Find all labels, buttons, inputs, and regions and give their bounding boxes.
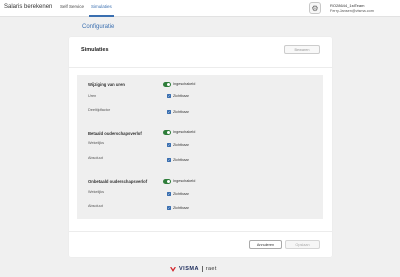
checkbox-onbetaald-wekelijks[interactable]: ✓: [167, 192, 171, 196]
check-icon: ✓: [167, 142, 171, 147]
row-label-uren: Uren: [88, 94, 97, 98]
row-label-absoluut: Absoluut: [88, 204, 103, 208]
checkbox-label: Zichtbaar: [173, 158, 189, 163]
toggle-label: Ingeschakeld: [173, 130, 196, 135]
top-bar: Salaris berekenen Self Service Simulatie…: [0, 0, 400, 17]
checkbox-uren[interactable]: ✓: [167, 94, 171, 98]
checkbox-deeltijdfactor[interactable]: ✓: [167, 110, 171, 114]
page-title: Simulaties: [81, 47, 109, 53]
sub-brand-logo: raet: [205, 266, 217, 272]
checkbox-label: Zichtbaar: [173, 110, 189, 115]
row-label-absoluut: Absoluut: [88, 156, 103, 160]
save-button[interactable]: Opslaan: [285, 240, 320, 249]
toggle-label: Ingeschakeld: [173, 82, 196, 87]
row-label-wekelijks: Wekelijks: [88, 190, 104, 194]
divider: [69, 231, 332, 232]
toggle-onbetaald-verlof[interactable]: [163, 179, 171, 184]
group-label-onbetaald-verlof: Onbetaald ouderschapsverlof: [88, 179, 148, 184]
bewaren-button[interactable]: Bewaren: [284, 45, 320, 54]
group-label-wijziging-uren: Wijziging van uren: [88, 82, 125, 87]
user-settings-button[interactable]: ⚙: [309, 2, 321, 14]
gear-icon: ⚙: [311, 3, 319, 13]
tab-simulaties[interactable]: Simulaties: [91, 4, 112, 9]
breadcrumb[interactable]: Configuratie: [82, 24, 114, 30]
check-icon: ✓: [167, 157, 171, 162]
check-icon: ✓: [167, 191, 171, 196]
simulaties-panel: Simulaties Bewaren Wijziging van uren In…: [69, 37, 332, 257]
tab-self-service[interactable]: Self Service: [60, 4, 84, 9]
user-email: Ferry.Jansen@visma.com: [330, 8, 374, 13]
checkbox-label: Zichtbaar: [173, 94, 189, 99]
checkbox-betaald-absoluut[interactable]: ✓: [167, 158, 171, 162]
check-icon: ✓: [167, 205, 171, 210]
checkbox-label: Zichtbaar: [173, 192, 189, 197]
divider: [69, 67, 332, 68]
settings-area: Wijziging van uren Ingeschakeld Uren ✓ Z…: [77, 75, 323, 219]
app-title: Salaris berekenen: [4, 4, 53, 10]
divider: [201, 266, 203, 272]
toggle-wijziging-uren[interactable]: [163, 82, 171, 87]
toggle-label: Ingeschakeld: [173, 179, 196, 184]
active-tab-indicator: [89, 15, 114, 17]
brand-logo: VISMA: [179, 266, 199, 272]
checkbox-label: Zichtbaar: [173, 143, 189, 148]
group-label-betaald-verlof: Betaald ouderschapsverlof: [88, 131, 142, 136]
check-icon: ✓: [167, 109, 171, 114]
row-label-wekelijks: Wekelijks: [88, 141, 104, 145]
cancel-button[interactable]: Annuleren: [249, 240, 282, 249]
check-icon: ✓: [167, 93, 171, 98]
checkbox-onbetaald-absoluut[interactable]: ✓: [167, 206, 171, 210]
checkbox-label: Zichtbaar: [173, 206, 189, 211]
row-label-deeltijdfactor: Deeltijdfactor: [88, 108, 111, 112]
visma-logo-icon: [170, 266, 176, 272]
footer-brand: VISMA raet: [170, 266, 217, 272]
checkbox-betaald-wekelijks[interactable]: ✓: [167, 143, 171, 147]
user-id: RO28644_1stTeam: [330, 3, 365, 8]
toggle-betaald-verlof[interactable]: [163, 130, 171, 135]
